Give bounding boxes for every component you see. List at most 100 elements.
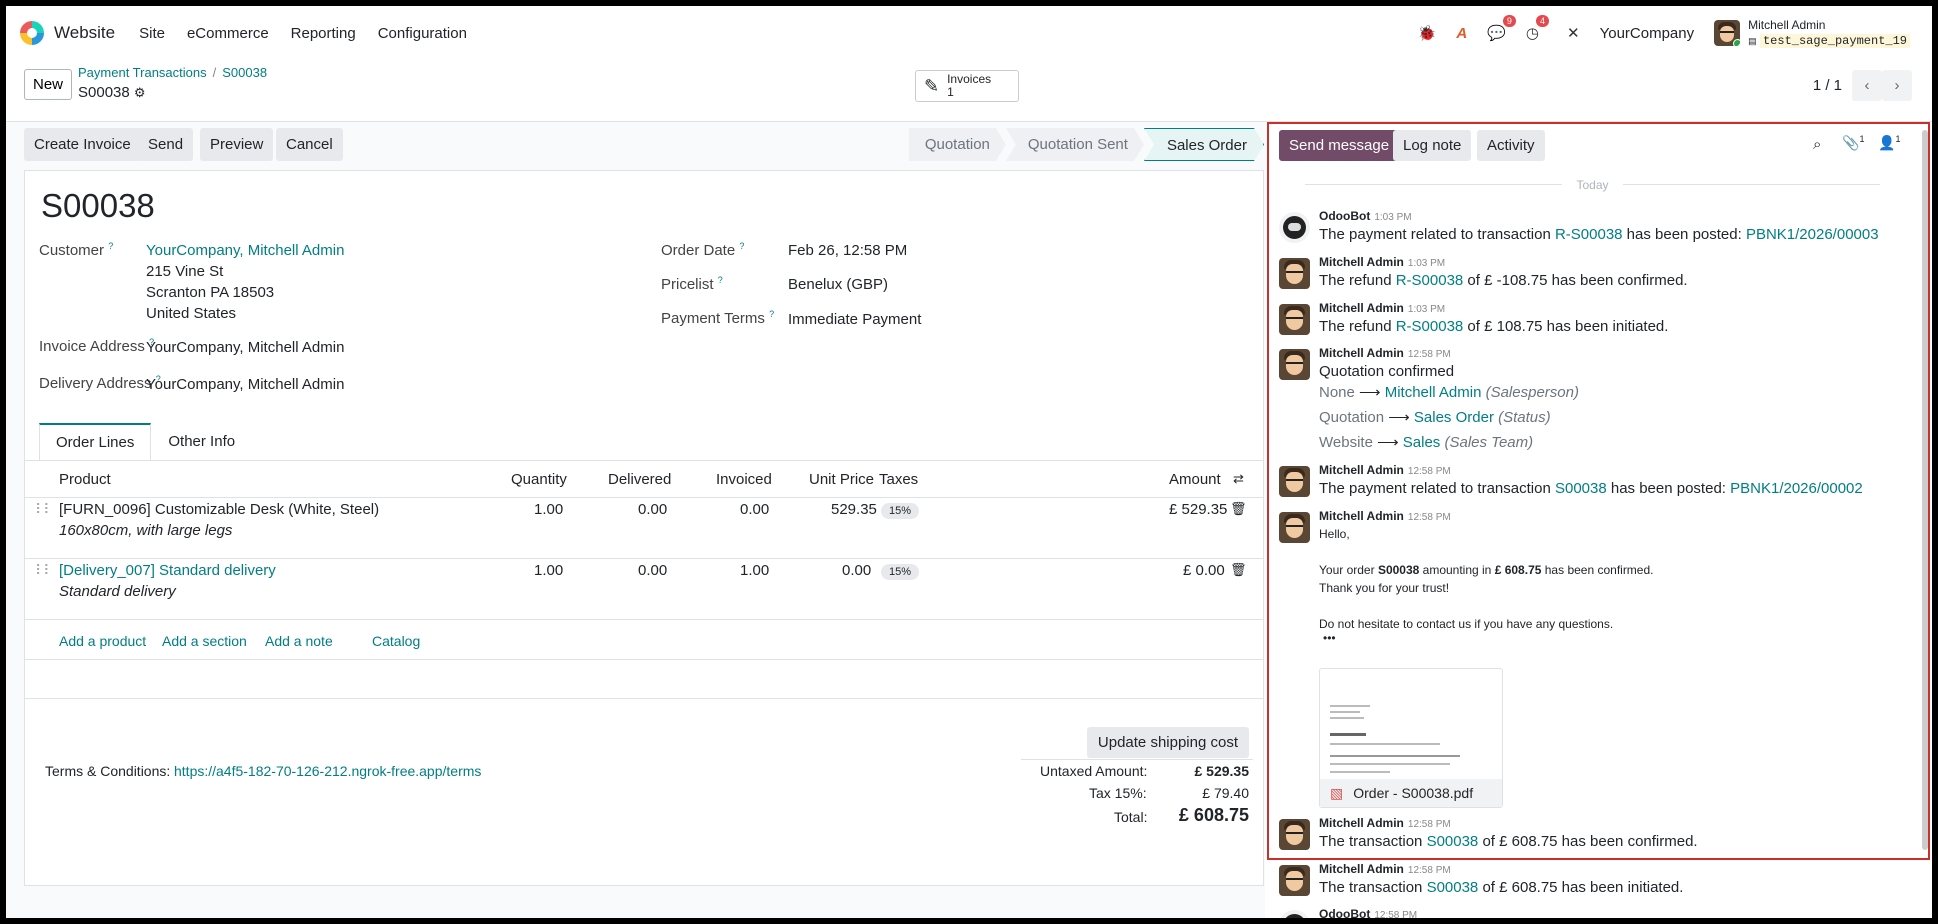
activity-button[interactable]: Activity bbox=[1477, 130, 1545, 161]
message-author[interactable]: Mitchell Admin bbox=[1319, 509, 1404, 523]
create-invoice-button[interactable]: Create Invoice bbox=[24, 128, 141, 161]
payment-terms-field[interactable]: Immediate Payment bbox=[788, 309, 921, 330]
user-menu[interactable]: Mitchell Admin ▤ test_sage_payment_19 bbox=[1714, 18, 1910, 49]
drag-handle-icon[interactable]: ⠇⠇ bbox=[35, 562, 53, 579]
col-taxes[interactable]: Taxes bbox=[879, 471, 918, 488]
odoobot-avatar[interactable] bbox=[1279, 212, 1310, 243]
tools-icon[interactable]: ✕ bbox=[1567, 24, 1580, 42]
messages-icon[interactable]: 💬 9 bbox=[1487, 15, 1516, 42]
user-avatar[interactable] bbox=[1279, 349, 1310, 380]
stage-quotation-sent[interactable]: Quotation Sent bbox=[1006, 128, 1144, 161]
col-amount[interactable]: Amount bbox=[1169, 471, 1221, 488]
col-invoiced[interactable]: Invoiced bbox=[716, 471, 772, 488]
stage-quotation[interactable]: Quotation bbox=[909, 128, 1006, 161]
add-product-link[interactable]: Add a product bbox=[59, 633, 146, 649]
column-settings-icon[interactable]: ⇄ bbox=[1233, 471, 1244, 487]
row2-invoiced[interactable]: 1.00 bbox=[740, 562, 769, 579]
pager-next-icon[interactable]: › bbox=[1882, 70, 1912, 101]
breadcrumb-parent[interactable]: Payment Transactions bbox=[78, 65, 207, 80]
message-author[interactable]: Mitchell Admin bbox=[1319, 816, 1404, 830]
add-section-link[interactable]: Add a section bbox=[162, 633, 247, 649]
update-shipping-button[interactable]: Update shipping cost bbox=[1086, 727, 1249, 758]
row2-quantity[interactable]: 1.00 bbox=[534, 562, 563, 579]
row1-tax-badge[interactable]: 15% bbox=[881, 503, 920, 519]
row2-unit-price[interactable]: 0.00 bbox=[842, 562, 871, 579]
col-product[interactable]: Product bbox=[59, 471, 111, 488]
pricelist-field[interactable]: Benelux (GBP) bbox=[788, 274, 888, 295]
more-icon[interactable]: ••• bbox=[1323, 632, 1654, 644]
new-button[interactable]: New bbox=[24, 69, 73, 100]
row1-delivered[interactable]: 0.00 bbox=[638, 501, 667, 518]
customer-field[interactable]: YourCompany, Mitchell Admin bbox=[146, 240, 344, 261]
user-avatar[interactable] bbox=[1279, 466, 1310, 497]
message-link[interactable]: PBNK1/2026/00003 bbox=[1746, 226, 1879, 243]
user-avatar[interactable] bbox=[1279, 865, 1310, 896]
row2-description[interactable]: Standard delivery bbox=[59, 583, 176, 600]
message-link[interactable]: R-S00038 bbox=[1396, 318, 1464, 335]
menu-site[interactable]: Site bbox=[139, 25, 165, 42]
activity-clock-icon[interactable]: ◷ 4 bbox=[1526, 15, 1550, 42]
pager-previous-icon[interactable]: ‹ bbox=[1852, 70, 1882, 101]
gear-icon[interactable]: ⚙ bbox=[134, 85, 146, 100]
row2-delivered[interactable]: 0.00 bbox=[638, 562, 667, 579]
delivery-address-field[interactable]: YourCompany, Mitchell Admin bbox=[146, 374, 344, 395]
log-note-button[interactable]: Log note bbox=[1393, 130, 1472, 161]
message-link[interactable]: PBNK1/2026/00002 bbox=[1730, 480, 1863, 497]
message-author[interactable]: Mitchell Admin bbox=[1319, 255, 1404, 269]
user-avatar[interactable] bbox=[1279, 512, 1310, 543]
breadcrumb-current[interactable]: S00038 bbox=[222, 65, 267, 80]
row2-product[interactable]: [Delivery_007] Standard delivery bbox=[59, 562, 276, 579]
scrollbar[interactable] bbox=[1922, 130, 1928, 850]
stage-sales-order[interactable]: Sales Order bbox=[1144, 128, 1264, 161]
terms-link[interactable]: https://a4f5-182-70-126-212.ngrok-free.a… bbox=[174, 763, 481, 779]
row1-product[interactable]: [FURN_0096] Customizable Desk (White, St… bbox=[59, 501, 379, 518]
message-author[interactable]: Mitchell Admin bbox=[1319, 862, 1404, 876]
send-button[interactable]: Send bbox=[138, 128, 194, 161]
menu-configuration[interactable]: Configuration bbox=[378, 25, 467, 42]
cancel-button[interactable]: Cancel bbox=[276, 128, 343, 161]
row1-invoiced[interactable]: 0.00 bbox=[740, 501, 769, 518]
app-brand[interactable]: Website bbox=[54, 23, 115, 43]
tab-other-info[interactable]: Other Info bbox=[151, 423, 252, 461]
catalog-link[interactable]: Catalog bbox=[372, 633, 420, 649]
add-note-link[interactable]: Add a note bbox=[265, 633, 333, 649]
invoices-smart-button[interactable]: ✎ Invoices 1 bbox=[915, 70, 1019, 102]
pager-value[interactable]: 1 / 1 bbox=[1813, 77, 1842, 94]
message-author[interactable]: Mitchell Admin bbox=[1319, 463, 1404, 477]
message-author[interactable]: Mitchell Admin bbox=[1319, 301, 1404, 315]
attachment-card[interactable]: ▧ Order - S00038.pdf bbox=[1319, 668, 1503, 808]
send-message-button[interactable]: Send message bbox=[1279, 130, 1400, 161]
col-delivered[interactable]: Delivered bbox=[608, 471, 671, 488]
paperclip-icon[interactable]: 📎1 bbox=[1842, 134, 1864, 152]
col-unit-price[interactable]: Unit Price bbox=[809, 471, 874, 488]
message-author[interactable]: OdooBot bbox=[1319, 907, 1370, 918]
search-icon[interactable]: ⌕ bbox=[1813, 136, 1821, 153]
tab-order-lines[interactable]: Order Lines bbox=[39, 423, 152, 461]
message-link[interactable]: S00038 bbox=[1555, 480, 1607, 497]
menu-reporting[interactable]: Reporting bbox=[291, 25, 356, 42]
invoice-address-field[interactable]: YourCompany, Mitchell Admin bbox=[146, 337, 344, 358]
row1-description[interactable]: 160x80cm, with large legs bbox=[59, 522, 232, 539]
order-date-field[interactable]: Feb 26, 12:58 PM bbox=[788, 240, 907, 261]
row1-unit-price[interactable]: 529.35 bbox=[831, 501, 877, 518]
message-link[interactable]: R-S00038 bbox=[1555, 226, 1623, 243]
preview-button[interactable]: Preview bbox=[200, 128, 274, 161]
message-link[interactable]: R-S00038 bbox=[1396, 272, 1464, 289]
drag-handle-icon[interactable]: ⠇⠇ bbox=[35, 501, 53, 518]
trash-icon[interactable]: 🗑 bbox=[1230, 501, 1247, 517]
message-link[interactable]: S00038 bbox=[1427, 833, 1479, 850]
trash-icon[interactable]: 🗑 bbox=[1230, 562, 1247, 578]
col-quantity[interactable]: Quantity bbox=[511, 471, 567, 488]
menu-ecommerce[interactable]: eCommerce bbox=[187, 25, 269, 42]
company-switcher[interactable]: YourCompany bbox=[1600, 25, 1695, 42]
row2-tax-badge[interactable]: 15% bbox=[881, 564, 920, 580]
website-app-icon[interactable] bbox=[20, 21, 44, 45]
row1-quantity[interactable]: 1.00 bbox=[534, 501, 563, 518]
user-avatar[interactable] bbox=[1279, 258, 1310, 289]
message-author[interactable]: Mitchell Admin bbox=[1319, 346, 1404, 360]
followers-icon[interactable]: 👤1 bbox=[1878, 134, 1900, 152]
bug-icon[interactable]: 🐞 bbox=[1418, 24, 1437, 42]
user-avatar[interactable] bbox=[1279, 304, 1310, 335]
message-author[interactable]: OdooBot bbox=[1319, 209, 1370, 223]
ai-icon[interactable]: A bbox=[1456, 25, 1467, 42]
